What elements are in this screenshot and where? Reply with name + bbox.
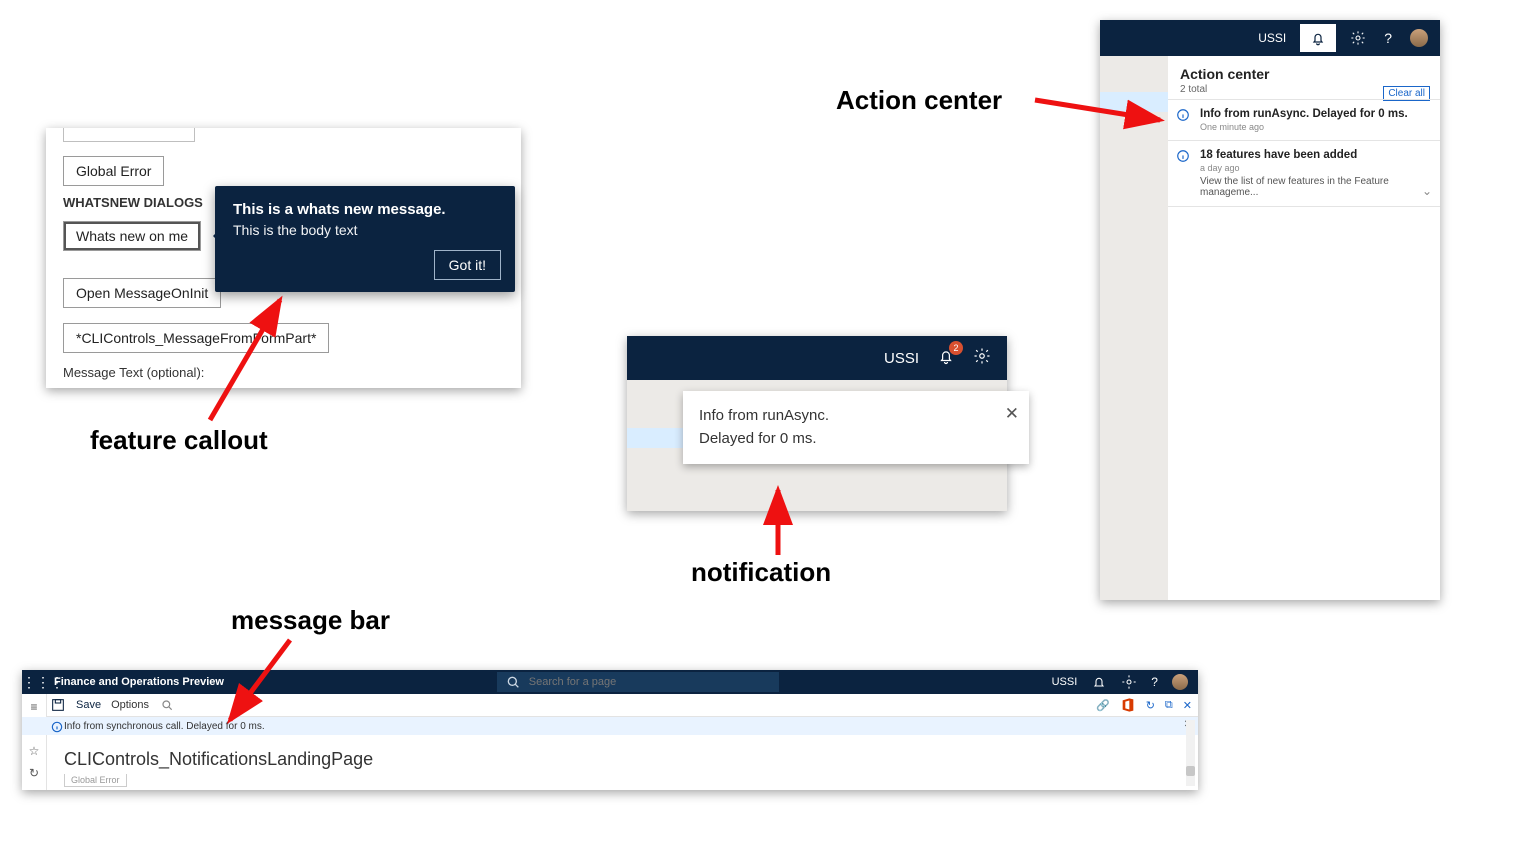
scrollbar[interactable] (1186, 720, 1195, 786)
options-button[interactable]: Options (111, 699, 149, 711)
page-title: CLIControls_NotificationsLandingPage (64, 749, 1180, 770)
company-picker[interactable]: USSI (1052, 676, 1078, 688)
left-rail: ≡ ⌂ ☆ ↻ (22, 694, 47, 790)
action-center-title: Action center (1180, 66, 1428, 82)
notification-toast: ✕ Info from runAsync. Delayed for 0 ms. (683, 391, 1029, 464)
item-desc: View the list of new features in the Fea… (1200, 176, 1412, 198)
app-title: Finance and Operations Preview (54, 676, 224, 688)
toast-line1: Info from runAsync. (699, 405, 989, 428)
attach-icon[interactable]: 🔗 (1096, 699, 1110, 712)
info-icon (50, 720, 64, 737)
help-icon[interactable]: ? (1384, 30, 1392, 46)
hamburger-icon[interactable]: ≡ (30, 700, 37, 714)
action-center-item[interactable]: 18 features have been added a day ago Vi… (1168, 140, 1440, 207)
history-icon[interactable]: ↻ (29, 766, 39, 780)
close-icon[interactable]: ✕ (1183, 699, 1192, 712)
app-top-bar: ⋮⋮⋮ Finance and Operations Preview USSI … (22, 670, 1198, 694)
notification-panel: USSI 2 ✕ Info from runAsync. Delayed for… (627, 336, 1007, 511)
popout-icon[interactable]: ⧉ (1165, 699, 1173, 712)
close-icon[interactable]: ✕ (1005, 401, 1019, 427)
item-title: 18 features have been added (1200, 149, 1412, 161)
bell-icon[interactable]: 2 (937, 347, 955, 370)
save-button[interactable]: Save (76, 699, 101, 711)
cli-controls-message-button[interactable]: *CLIControls_MessageFromFormPart* (63, 323, 329, 353)
toast-line2: Delayed for 0 ms. (699, 428, 989, 451)
refresh-icon[interactable]: ↻ (1146, 699, 1155, 712)
message-bar-panel: ⋮⋮⋮ Finance and Operations Preview USSI … (22, 670, 1198, 790)
annotation-notification: notification (691, 557, 831, 588)
toolbar: Save Options 🔗 ↻ ⧉ ✕ (22, 694, 1198, 717)
search-icon (505, 674, 521, 690)
search-tool-icon[interactable] (159, 697, 175, 713)
whats-new-flyout: This is a whats new message. This is the… (215, 186, 515, 292)
section-label-whatsnew: WHATSNEW DIALOGS (63, 195, 203, 210)
highlight-strip (1100, 92, 1168, 112)
annotation-message-bar: message bar (231, 605, 390, 636)
gear-icon[interactable] (1350, 30, 1366, 46)
action-center-top-bar: USSI ? (1100, 20, 1440, 56)
info-icon (1176, 149, 1190, 168)
message-bar: Info from synchronous call. Delayed for … (22, 717, 1198, 735)
annotation-action-center: Action center (836, 85, 1002, 116)
waffle-icon[interactable]: ⋮⋮⋮ (22, 674, 48, 691)
message-bar-text: Info from synchronous call. Delayed for … (64, 721, 265, 732)
bell-icon[interactable] (1091, 674, 1107, 690)
clipped-control: Global Error (64, 774, 127, 787)
partial-control-top (63, 128, 195, 142)
avatar[interactable] (1410, 29, 1428, 47)
company-picker[interactable]: USSI (884, 350, 919, 367)
whats-new-button[interactable]: Whats new on me (63, 221, 201, 251)
notification-top-bar: USSI 2 (627, 336, 1007, 380)
got-it-button[interactable]: Got it! (434, 250, 501, 280)
action-center-body: Action center 2 total Clear all Info fro… (1168, 56, 1440, 600)
company-picker[interactable]: USSI (1258, 31, 1286, 45)
notification-badge: 2 (949, 341, 963, 355)
annotation-feature-callout: feature callout (90, 425, 268, 456)
save-icon[interactable] (50, 697, 66, 713)
item-meta: a day ago (1200, 163, 1412, 173)
flyout-title: This is a whats new message. (233, 201, 497, 218)
item-title: Info from runAsync. Delayed for 0 ms. (1200, 108, 1412, 120)
action-center-item[interactable]: Info from runAsync. Delayed for 0 ms. On… (1168, 99, 1440, 141)
open-message-on-init-button[interactable]: Open MessageOnInit (63, 278, 221, 308)
gear-icon[interactable] (1121, 674, 1137, 690)
star-icon[interactable]: ☆ (29, 744, 40, 758)
chevron-down-icon[interactable]: ⌄ (1422, 184, 1432, 198)
office-icon[interactable] (1120, 697, 1136, 713)
flyout-body: This is the body text (233, 222, 497, 238)
search-input[interactable] (527, 675, 771, 689)
message-text-label: Message Text (optional): (63, 365, 204, 380)
search-box[interactable] (497, 672, 779, 692)
global-error-button[interactable]: Global Error (63, 156, 164, 186)
gear-icon[interactable] (973, 347, 991, 370)
action-center-panel: USSI ? Action center 2 total Clear all I… (1100, 20, 1440, 600)
bell-icon[interactable] (1300, 24, 1336, 52)
help-icon[interactable]: ? (1151, 675, 1158, 689)
item-meta: One minute ago (1200, 122, 1412, 132)
avatar[interactable] (1172, 674, 1188, 690)
info-icon (1176, 108, 1190, 127)
